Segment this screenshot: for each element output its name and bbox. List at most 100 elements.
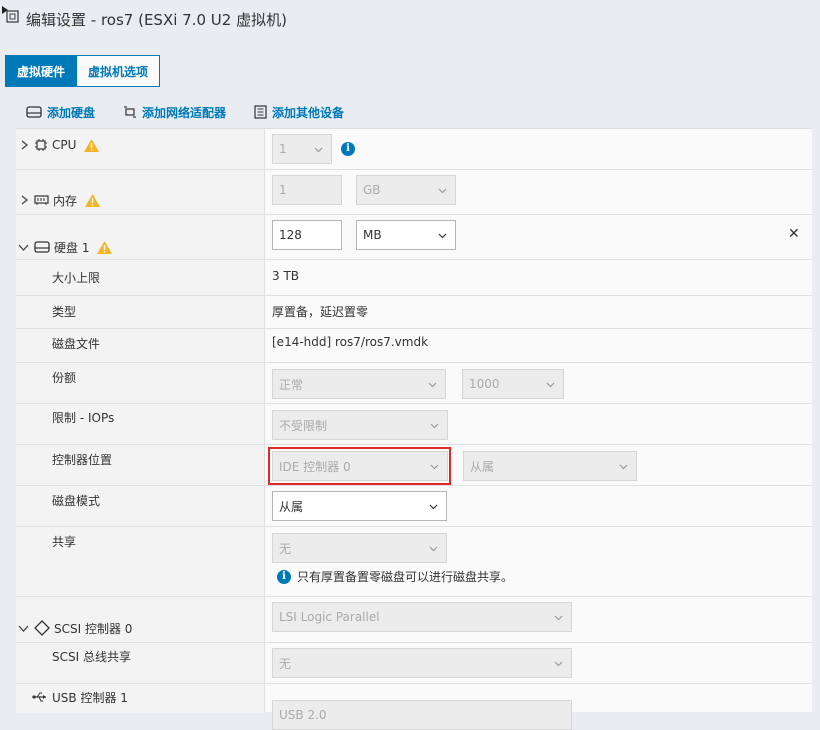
- scsi-controller-icon: [34, 620, 50, 636]
- network-adapter-icon: [124, 106, 137, 118]
- scsi-type-value: LSI Logic Parallel: [279, 610, 380, 624]
- disk-file-label: 磁盘文件: [52, 337, 101, 351]
- warning-icon: [84, 138, 100, 152]
- chevron-down-icon: [546, 382, 555, 388]
- controller-slot-select[interactable]: 从属: [463, 451, 637, 481]
- chevron-down-icon: [428, 382, 437, 388]
- disk-type-row: 类型 厚置备，延迟置零: [16, 296, 812, 329]
- usb-label: USB 控制器 1: [52, 690, 128, 705]
- disk-size-input[interactable]: 128: [272, 220, 342, 250]
- cpu-row: CPU 1 i: [16, 129, 812, 170]
- bus-sharing-value: 无: [279, 656, 292, 671]
- memory-label: 内存: [53, 193, 78, 208]
- usb-label-group: USB 控制器 1: [32, 689, 128, 705]
- remove-disk-button[interactable]: ✕: [788, 226, 800, 242]
- memory-label-group: 内存: [20, 192, 101, 208]
- chevron-right-icon[interactable]: [20, 195, 29, 205]
- shares-value: 1000: [469, 377, 500, 391]
- max-size-label: 大小上限: [52, 271, 101, 285]
- disk-max-size-row: 大小上限 3 TB: [16, 260, 812, 296]
- memory-unit-select[interactable]: GB: [356, 175, 456, 205]
- hard-disk-row: 硬盘 1 128 MB ✕: [16, 215, 812, 260]
- usb-icon: [32, 692, 46, 702]
- disk-file-value: [e14-hdd] ros7/ros7.vmdk: [272, 335, 429, 349]
- tab-vm-options[interactable]: 虚拟机选项: [76, 55, 161, 87]
- disk-mode-select[interactable]: 从属: [272, 491, 447, 521]
- controller-slot-value: 从属: [470, 459, 495, 474]
- hard-disk-icon: [34, 241, 50, 253]
- disk-size-value: 128: [279, 228, 302, 242]
- info-icon[interactable]: i: [341, 142, 355, 156]
- disk-unit-select[interactable]: MB: [356, 220, 456, 250]
- disk-shares-row: 份额 正常 1000: [16, 363, 812, 404]
- disk-mode-row: 磁盘模式 从属: [16, 486, 812, 527]
- disk-sharing-row: 共享 无 i 只有厚置备置零磁盘可以进行磁盘共享。: [16, 527, 812, 597]
- scsi-label: SCSI 控制器 0: [54, 621, 133, 636]
- scsi-label-group: SCSI 控制器 0: [18, 620, 132, 636]
- dialog-title: 编辑设置 - ros7 (ESXi 7.0 U2 虚拟机): [26, 11, 287, 29]
- bus-sharing-select[interactable]: 无: [272, 648, 572, 678]
- cpu-count-value: 1: [279, 142, 287, 156]
- scsi-bus-sharing-row: SCSI 总线共享 无: [16, 643, 812, 684]
- chevron-down-icon: [554, 661, 563, 667]
- disk-controller-row: 控制器位置 IDE 控制器 0 从属: [16, 445, 812, 486]
- disk-limit-row: 限制 - IOPs 不受限制: [16, 404, 812, 445]
- warning-icon: [85, 193, 101, 207]
- scsi-controller-row: SCSI 控制器 0 LSI Logic Parallel: [16, 597, 812, 643]
- scsi-type-select[interactable]: LSI Logic Parallel: [272, 602, 572, 632]
- add-other-device-label: 添加其他设备: [272, 105, 345, 120]
- cpu-label-group: CPU: [20, 137, 100, 153]
- chevron-down-icon: [554, 615, 563, 621]
- add-network-adapter-button[interactable]: 添加网络适配器: [123, 104, 226, 121]
- hard-disk-label: 硬盘 1: [54, 240, 90, 255]
- chevron-down-icon: [438, 188, 447, 194]
- dialog-header: 编辑设置 - ros7 (ESXi 7.0 U2 虚拟机): [0, 0, 820, 38]
- limit-value: 不受限制: [279, 418, 328, 433]
- disk-type-value: 厚置备，延迟置零: [272, 305, 369, 319]
- chevron-down-icon: [438, 233, 447, 239]
- chevron-down-icon[interactable]: [18, 624, 29, 633]
- chevron-down-icon[interactable]: [18, 243, 29, 252]
- other-device-icon: [254, 105, 267, 119]
- chevron-down-icon: [430, 464, 439, 470]
- shares-value-select[interactable]: 1000: [462, 369, 564, 399]
- usb-type-select[interactable]: USB 2.0: [272, 700, 572, 730]
- chevron-right-icon[interactable]: [20, 140, 29, 150]
- usb-controller-row: USB 控制器 1 USB 2.0: [16, 684, 812, 730]
- shares-level-select[interactable]: 正常: [272, 369, 446, 399]
- sharing-note: i 只有厚置备置零磁盘可以进行磁盘共享。: [277, 568, 513, 585]
- memory-size-input[interactable]: 1: [272, 175, 342, 205]
- add-network-adapter-label: 添加网络适配器: [142, 105, 227, 120]
- sharing-select[interactable]: 无: [272, 533, 447, 563]
- disk-type-label: 类型: [52, 305, 77, 319]
- hard-disk-icon: [26, 106, 42, 118]
- warning-icon: [97, 240, 113, 254]
- sharing-note-text: 只有厚置备置零磁盘可以进行磁盘共享。: [297, 570, 514, 584]
- disk-file-row: 磁盘文件 [e14-hdd] ros7/ros7.vmdk: [16, 329, 812, 363]
- edit-settings-icon: [2, 6, 19, 23]
- hardware-grid: CPU 1 i 内存 1 GB 硬盘 1 128 MB ✕ 大小上限 3 TB …: [16, 128, 812, 730]
- add-other-device-button[interactable]: 添加其他设备: [254, 104, 344, 121]
- chevron-down-icon: [314, 147, 323, 153]
- chevron-down-icon: [619, 464, 628, 470]
- tab-virtual-hardware[interactable]: 虚拟硬件: [5, 55, 78, 87]
- add-hard-disk-label: 添加硬盘: [47, 105, 96, 120]
- cpu-label: CPU: [52, 138, 77, 152]
- cpu-count-select[interactable]: 1: [272, 134, 332, 164]
- hard-disk-label-group: 硬盘 1: [18, 239, 113, 255]
- info-icon: i: [277, 569, 291, 584]
- sharing-label: 共享: [52, 535, 77, 549]
- bus-sharing-label: SCSI 总线共享: [52, 650, 131, 664]
- controller-select[interactable]: IDE 控制器 0: [272, 451, 448, 481]
- hardware-actions: 添加硬盘 添加网络适配器 添加其他设备: [26, 101, 372, 123]
- add-hard-disk-button[interactable]: 添加硬盘: [26, 104, 95, 121]
- limit-select[interactable]: 不受限制: [272, 410, 448, 440]
- memory-row: 内存 1 GB: [16, 170, 812, 215]
- disk-mode-value: 从属: [279, 499, 304, 514]
- limit-label: 限制 - IOPs: [52, 411, 115, 425]
- usb-type-value: USB 2.0: [279, 708, 327, 722]
- shares-label: 份额: [52, 371, 77, 385]
- disk-mode-label: 磁盘模式: [52, 494, 101, 508]
- chevron-down-icon: [429, 504, 438, 510]
- memory-icon: [34, 195, 49, 205]
